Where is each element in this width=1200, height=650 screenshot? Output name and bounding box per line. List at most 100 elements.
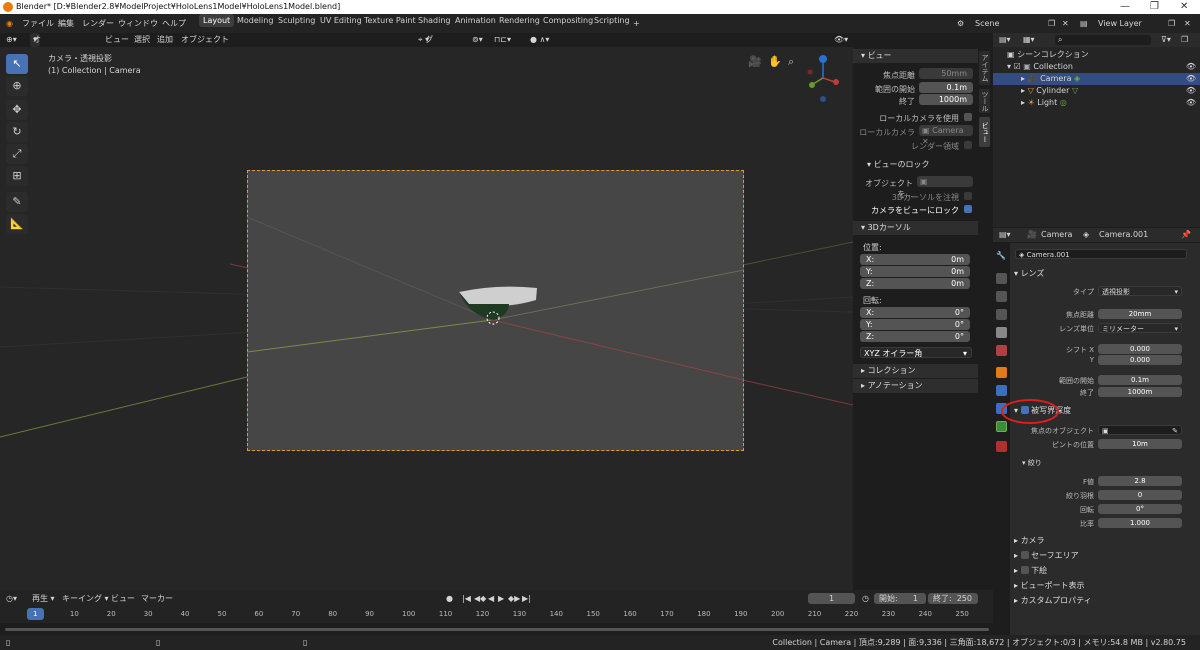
viewport-menu-select[interactable]: 選択	[134, 33, 150, 47]
visibility-eye-icon[interactable]: 👁	[1186, 97, 1196, 109]
blades-field[interactable]: 0	[1098, 490, 1182, 500]
workspace-tab-rendering[interactable]: Rendering	[495, 14, 544, 27]
playback-menu[interactable]: 再生 ▾	[32, 590, 55, 607]
rotate-tool[interactable]: ↻	[6, 122, 28, 142]
camera-data-selector[interactable]: ◈ Camera.001	[1015, 249, 1187, 259]
next-key-icon[interactable]: ◆▶	[508, 590, 520, 607]
new-collection-icon[interactable]: ❐	[1181, 35, 1188, 44]
prev-key-icon[interactable]: ◀◆	[474, 590, 486, 607]
lock-object-field[interactable]: ▣	[917, 176, 973, 187]
editor-type-icon[interactable]: ⊕▾	[6, 33, 17, 47]
cursor-y-field[interactable]: Y: 0m	[860, 266, 970, 277]
focus-distance-field[interactable]: 10m	[1098, 439, 1182, 449]
properties-editor-type-icon[interactable]: ▤▾	[999, 228, 1011, 242]
end-frame-field[interactable]: 終了: 250	[928, 593, 978, 604]
npanel-3dcursor-section[interactable]: ▾ 3Dカーソル	[853, 221, 978, 235]
maximize-button[interactable]: ❐	[1150, 0, 1159, 14]
select-box-tool[interactable]: ↖	[6, 54, 28, 74]
lens-section[interactable]: ▾ レンズ	[1014, 267, 1200, 281]
cursor-rot-z-field[interactable]: Z: 0°	[860, 331, 970, 342]
cursor-rot-y-field[interactable]: Y: 0°	[860, 319, 970, 330]
outliner-item-camera[interactable]: ▸ 🎥 Camera ◈ 👁	[993, 73, 1200, 85]
new-scene-icon[interactable]: ❐	[1048, 14, 1055, 33]
pivot-icon[interactable]: ⊚▾	[472, 33, 483, 47]
outliner-search-input[interactable]: ⌕	[1055, 35, 1151, 45]
timeline-ruler[interactable]: 1 10 20 30 40 50 60 70 80 90 100 110 120 130 140 150 160…	[0, 607, 993, 623]
object-tab-icon[interactable]	[996, 367, 1007, 378]
background-images-checkbox[interactable]	[1020, 566, 1029, 574]
zoom-icon[interactable]: ⌕	[788, 55, 794, 69]
jump-start-icon[interactable]: |◀	[462, 590, 471, 607]
tool-tab-icon[interactable]: 🔧	[996, 251, 1007, 262]
outliner-item-light[interactable]: ▸ ☀ Light ◎ 👁	[993, 97, 1200, 109]
scene-name[interactable]: Scene	[975, 14, 999, 33]
local-camera-checkbox[interactable]	[964, 113, 972, 121]
tab-tool[interactable]: ツール	[979, 89, 990, 113]
eyedropper-icon[interactable]: ✎	[1172, 426, 1178, 436]
marker-menu[interactable]: マーカー	[141, 590, 173, 607]
play-reverse-icon[interactable]: ◀	[488, 590, 494, 607]
output-tab-icon[interactable]	[996, 291, 1007, 302]
view-clip-end-field[interactable]: 1000m	[919, 94, 973, 105]
view-layer-icon[interactable]: ▤	[1080, 14, 1088, 33]
camera-data-tab-icon[interactable]	[996, 421, 1007, 432]
jump-end-icon[interactable]: ▶|	[522, 590, 531, 607]
workspace-tab-scripting[interactable]: Scripting	[590, 14, 634, 27]
tab-item[interactable]: アイテム	[979, 51, 990, 85]
background-images-section[interactable]: ▸ 下絵	[1014, 564, 1200, 578]
pin-icon[interactable]: 📌	[1181, 228, 1191, 242]
view-clip-start-field[interactable]: 0.1m	[919, 82, 973, 93]
workspace-tab-texture-paint[interactable]: Texture Paint	[360, 14, 420, 27]
visibility-icon[interactable]: 👁▾	[834, 33, 848, 47]
menu-window[interactable]: ウィンドウ	[118, 14, 158, 33]
blender-menu-icon[interactable]: ◉	[6, 14, 13, 33]
workspace-tab-compositing[interactable]: Compositing	[539, 14, 597, 27]
cursor-x-field[interactable]: X: 0m	[860, 254, 970, 265]
viewport-menu-add[interactable]: 追加	[157, 33, 173, 47]
play-icon[interactable]: ▶	[498, 590, 504, 607]
texture-tab-icon[interactable]	[996, 441, 1007, 452]
delete-scene-icon[interactable]: ✕	[1062, 14, 1069, 33]
view-focal-length-field[interactable]: 50mm	[919, 68, 973, 79]
display-mode-icon[interactable]: ▦▾	[1023, 35, 1035, 44]
workspace-tab-uv-editing[interactable]: UV Editing	[316, 14, 366, 27]
mode-selector[interactable]: オブジェク... ▾	[30, 33, 49, 100]
workspace-tab-modeling[interactable]: Modeling	[233, 14, 277, 27]
current-frame-field[interactable]: 1	[808, 593, 855, 604]
ratio-field[interactable]: 1.000	[1098, 518, 1182, 528]
cursor-tool[interactable]: ⊕	[6, 76, 28, 96]
cursor-z-field[interactable]: Z: 0m	[860, 278, 970, 289]
timeline-scrollbar[interactable]	[5, 628, 989, 631]
view-lock-subsection[interactable]: ▾ ビューのロック	[867, 159, 930, 170]
cursor-rot-x-field[interactable]: X: 0°	[860, 307, 970, 318]
visibility-eye-icon[interactable]: 👁	[1186, 61, 1196, 73]
npanel-annotation-section[interactable]: ▸ アノテーション	[853, 379, 978, 393]
local-camera-field[interactable]: ▣ Camera ✕	[919, 125, 973, 146]
camera-section[interactable]: ▸ カメラ	[1014, 534, 1200, 548]
safe-areas-checkbox[interactable]	[1020, 551, 1029, 559]
aperture-section[interactable]: ▾ 絞り	[1022, 456, 1200, 470]
snap-icon[interactable]: ⊓⊏▾	[494, 33, 511, 47]
view-layer-name[interactable]: View Layer	[1098, 14, 1142, 33]
scale-tool[interactable]: ⤢	[6, 144, 28, 164]
npanel-view-section[interactable]: ▾ ビュー	[853, 49, 978, 63]
menu-file[interactable]: ファイル	[22, 14, 54, 33]
viewport-menu-view[interactable]: ビュー	[105, 33, 129, 47]
transform-tool[interactable]: ⊞	[6, 166, 28, 186]
focal-length-field[interactable]: 20mm	[1098, 309, 1182, 319]
outliner-scene-collection[interactable]: ▣ シーンコレクション	[993, 49, 1200, 61]
clip-end-field[interactable]: 1000m	[1098, 387, 1182, 397]
transform-orientation-dropdown[interactable]: ⌖ グロー... ▾	[418, 33, 441, 72]
focus-object-field[interactable]: ▣ ✎	[1098, 425, 1182, 435]
navigation-gizmo[interactable]	[805, 52, 841, 108]
start-frame-field[interactable]: 開始: 1	[874, 593, 926, 604]
record-icon[interactable]: ●	[446, 590, 453, 607]
clip-start-field[interactable]: 0.1m	[1098, 375, 1182, 385]
timeline-editor-type-icon[interactable]: ◷▾	[6, 590, 17, 607]
fstop-field[interactable]: 2.8	[1098, 476, 1182, 486]
pan-hand-icon[interactable]: ✋	[768, 55, 782, 68]
npanel-collection-section[interactable]: ▸ コレクション	[853, 364, 978, 378]
workspace-tab-layout[interactable]: Layout	[199, 14, 235, 27]
keying-menu[interactable]: キーイング ▾	[62, 590, 109, 607]
render-region-checkbox[interactable]	[964, 141, 972, 149]
